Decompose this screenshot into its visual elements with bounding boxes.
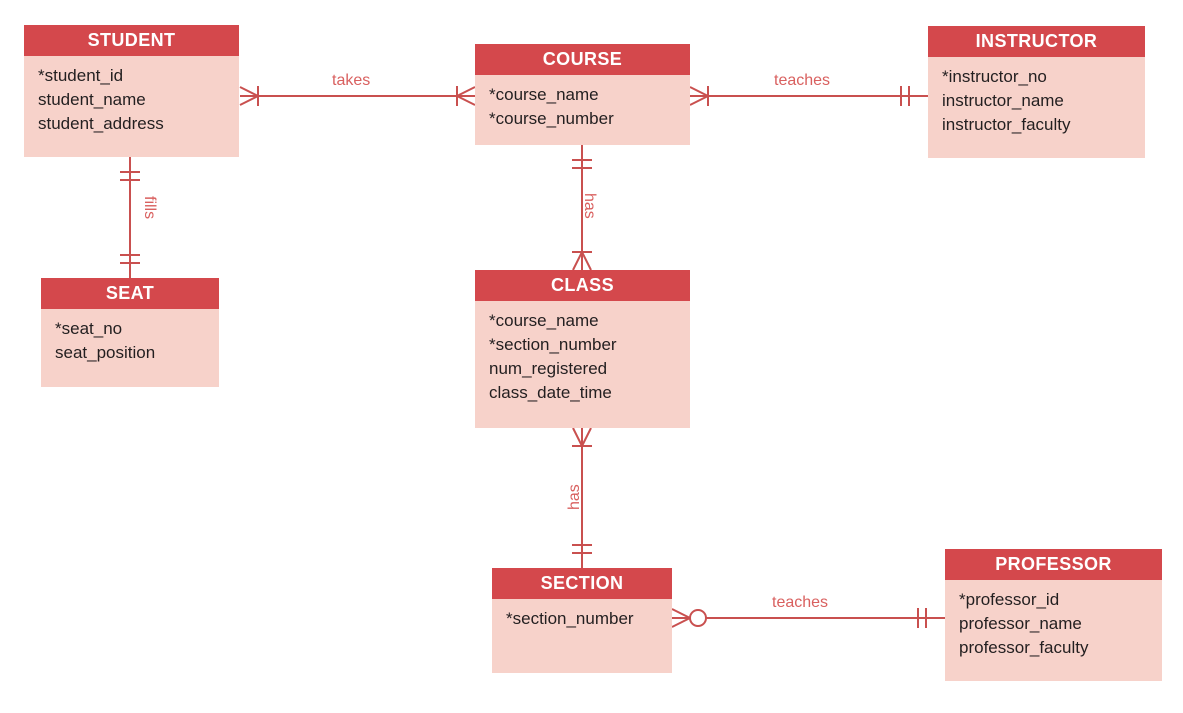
attribute: *student_id	[38, 66, 124, 85]
entity-course[interactable]: COURSE *course_name *course_number	[475, 44, 690, 145]
entity-seat[interactable]: SEAT *seat_no seat_position	[41, 278, 219, 387]
attribute: *professor_id	[959, 590, 1060, 609]
relationship-fills	[120, 157, 140, 278]
entity-student-attributes: *student_id student_name student_address	[24, 56, 239, 157]
attribute: num_registered	[489, 359, 608, 378]
attribute: professor_name	[959, 614, 1082, 633]
entity-student-title: STUDENT	[24, 25, 239, 56]
entity-instructor-title: INSTRUCTOR	[928, 26, 1145, 57]
relationship-label-takes: takes	[332, 72, 371, 89]
relationship-label-teaches-course-instructor: teaches	[774, 72, 831, 89]
entity-seat-attributes: *seat_no seat_position	[41, 309, 219, 387]
entity-class-attributes: *course_name *section_number num_registe…	[475, 301, 690, 428]
entity-instructor-attributes: *instructor_no instructor_name instructo…	[928, 57, 1145, 158]
attribute: instructor_faculty	[942, 115, 1071, 134]
entity-course-title: COURSE	[475, 44, 690, 75]
attribute: *seat_no	[55, 319, 123, 338]
entity-section-title: SECTION	[492, 568, 672, 599]
relationship-label-has-class-section: has	[566, 484, 583, 510]
attribute: professor_faculty	[959, 638, 1089, 657]
erd-canvas: takes teaches fills has has teaches STUD…	[0, 0, 1183, 713]
entity-class[interactable]: CLASS *course_name *section_number num_r…	[475, 270, 690, 428]
entity-class-title: CLASS	[475, 270, 690, 301]
attribute: student_address	[38, 114, 164, 133]
attribute: *section_number	[489, 335, 617, 354]
entity-professor-title: PROFESSOR	[945, 549, 1162, 580]
relationship-label-fills: fills	[141, 196, 158, 220]
entity-instructor[interactable]: INSTRUCTOR *instructor_no instructor_nam…	[928, 26, 1145, 158]
attribute: *section_number	[506, 609, 634, 628]
entity-seat-title: SEAT	[41, 278, 219, 309]
relationship-label-teaches-section-professor: teaches	[772, 594, 829, 611]
entity-professor[interactable]: PROFESSOR *professor_id professor_name p…	[945, 549, 1162, 681]
entity-professor-attributes: *professor_id professor_name professor_f…	[945, 580, 1162, 681]
attribute: *instructor_no	[942, 67, 1047, 86]
attribute: student_name	[38, 90, 146, 109]
entity-section-attributes: *section_number	[492, 599, 672, 673]
entity-course-attributes: *course_name *course_number	[475, 75, 690, 145]
attribute: seat_position	[55, 343, 156, 362]
entity-student[interactable]: STUDENT *student_id student_name student…	[24, 25, 239, 157]
attribute: class_date_time	[489, 383, 612, 402]
attribute: *course_name	[489, 311, 599, 330]
attribute: instructor_name	[942, 91, 1064, 110]
entity-section[interactable]: SECTION *section_number	[492, 568, 672, 673]
attribute: *course_name	[489, 85, 599, 104]
relationship-label-has-course-class: has	[581, 193, 598, 219]
attribute: *course_number	[489, 109, 614, 128]
